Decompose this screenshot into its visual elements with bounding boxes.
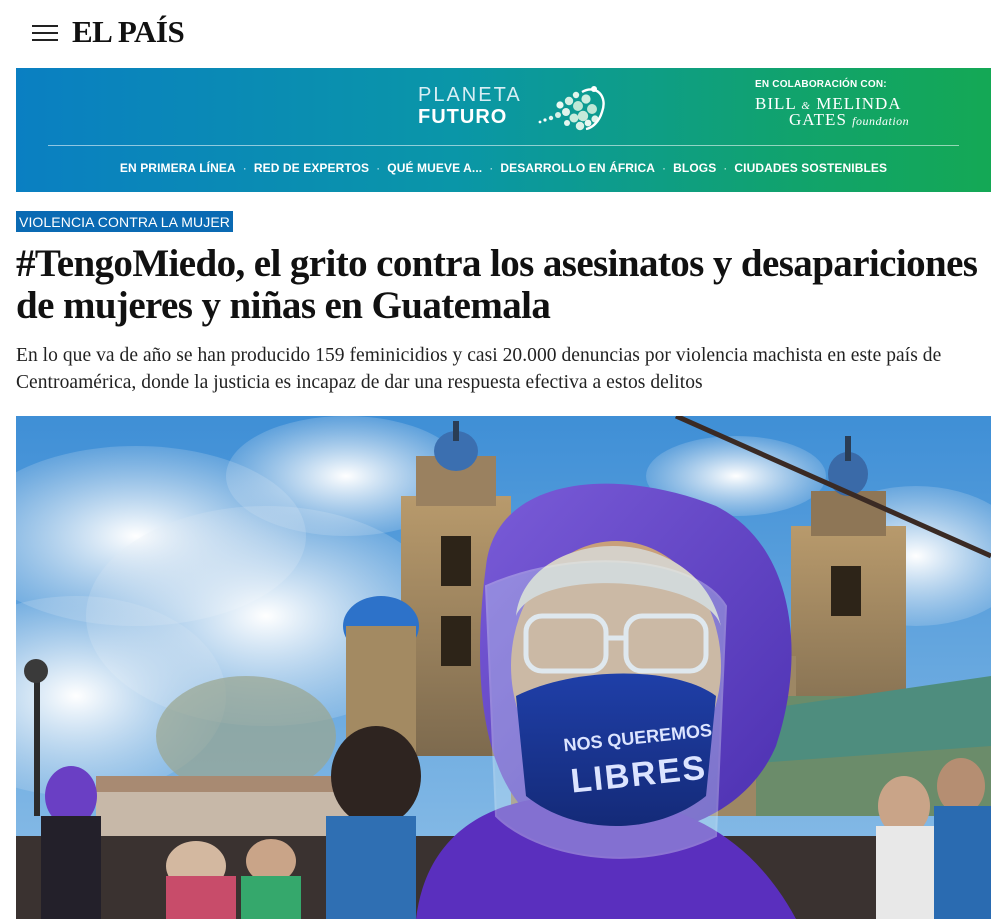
hamburger-menu-icon[interactable] xyxy=(32,25,58,41)
section-nav: EN PRIMERA LÍNEA · RED DE EXPERTOS · QUÉ MUE… xyxy=(16,161,991,175)
brand-line-1: PLANETA xyxy=(418,84,522,106)
nav-item-ciudades-sostenibles[interactable]: CIUDADES SOSTENIBLES xyxy=(734,161,887,175)
section-kicker[interactable]: VIOLENCIA CONTRA LA MUJER xyxy=(16,211,233,232)
nav-item-primera-linea[interactable]: EN PRIMERA LÍNEA xyxy=(120,161,236,175)
nav-separator: · xyxy=(242,161,247,175)
nav-item-blogs[interactable]: BLOGS xyxy=(673,161,716,175)
planeta-futuro-banner: PLANETA FUTURO EN COLABORACIÓN CON: BILL… xyxy=(16,68,991,192)
nav-separator: · xyxy=(489,161,494,175)
nav-separator: · xyxy=(723,161,728,175)
nav-separator: · xyxy=(376,161,381,175)
site-header: EL PAÍS xyxy=(0,0,1003,66)
banner-divider xyxy=(48,145,959,146)
collaboration-credit: EN COLABORACIÓN CON: BILL & MELINDA GATE… xyxy=(731,79,951,130)
article-subhead: En lo que va de año se han producido 159… xyxy=(16,345,942,393)
nav-item-desarrollo-africa[interactable]: DESARROLLO EN ÁFRICA xyxy=(500,161,655,175)
nav-separator: · xyxy=(662,161,667,175)
nav-item-red-expertos[interactable]: RED DE EXPERTOS xyxy=(254,161,369,175)
partner-foundation: foundation xyxy=(852,114,910,128)
nav-item-que-mueve[interactable]: QUÉ MUEVE A... xyxy=(387,161,482,175)
article-headline: #TengoMiedo, el grito contra los asesina… xyxy=(16,242,978,327)
globe-dots-icon xyxy=(538,86,605,131)
collaboration-label: EN COLABORACIÓN CON: xyxy=(755,79,887,90)
photo-illustration: NOS QUEREMOS LIBRES xyxy=(16,416,991,919)
brand-line-2: FUTURO xyxy=(418,106,508,128)
partner-name-gates: GATES xyxy=(789,110,847,129)
site-logo[interactable]: EL PAÍS xyxy=(72,14,185,50)
article-photo[interactable]: NOS QUEREMOS LIBRES xyxy=(16,416,991,919)
planeta-futuro-logo[interactable]: PLANETA FUTURO xyxy=(418,82,608,134)
